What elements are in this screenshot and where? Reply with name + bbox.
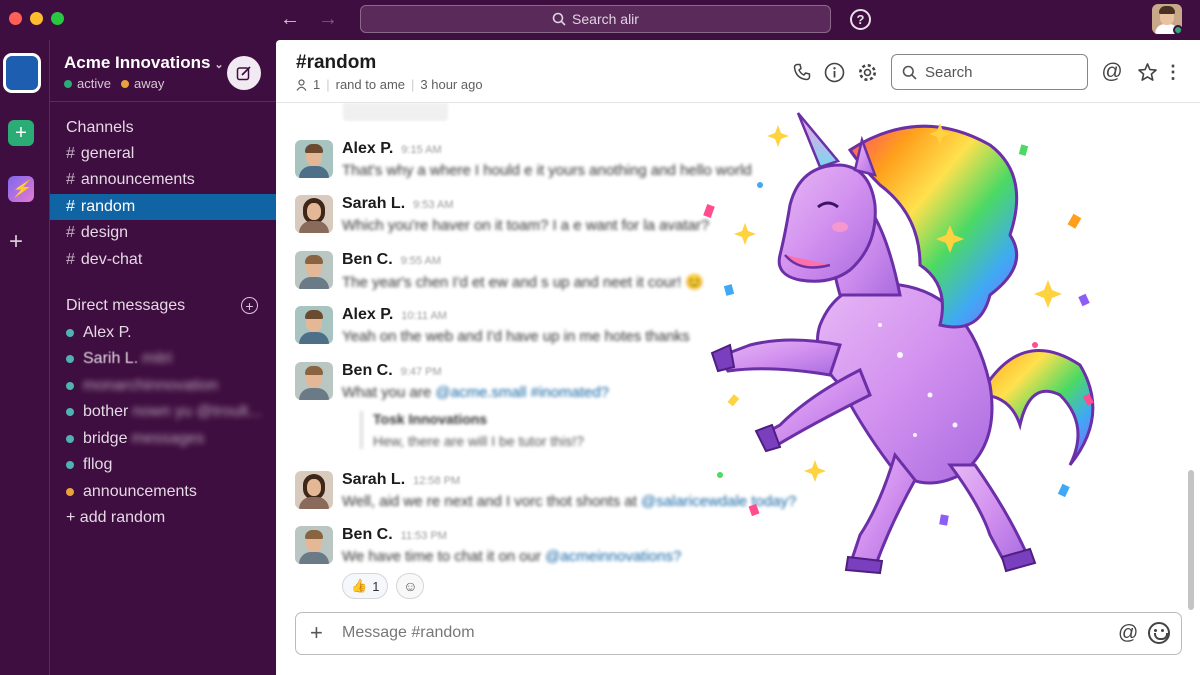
sidebar-item-announcements[interactable]: # announcements: [50, 167, 276, 193]
channel-search-placeholder: Search: [925, 63, 973, 81]
help-icon[interactable]: ?: [850, 9, 871, 30]
more-vertical-icon[interactable]: ⋮: [1164, 61, 1182, 83]
dm-item[interactable]: bridge messages: [66, 430, 204, 448]
workspace-name[interactable]: Acme Innovations ⌄: [64, 53, 224, 73]
message-author: Alex P. 10:11 AM: [342, 306, 447, 323]
add-emoji-icon: ☺: [403, 578, 418, 594]
message-text: The year's chen I'd et ew and s up and n…: [342, 274, 705, 291]
sidebar-item-dev-chat[interactable]: # dev-chat: [50, 247, 276, 273]
workspace-switcher-icon[interactable]: [3, 53, 41, 93]
app-shortcut-icon[interactable]: ⚡: [8, 176, 34, 202]
add-channel-link[interactable]: + add random: [66, 509, 165, 527]
dm-item[interactable]: Sarih L. mitri: [66, 350, 172, 368]
member-icon: [296, 78, 307, 91]
forward-arrow-icon[interactable]: →: [318, 8, 338, 31]
message-author: Sarah L. 12:58 PM: [342, 471, 461, 488]
message-text: We have time to chat it on our @acmeinno…: [342, 548, 682, 565]
emoji-icon[interactable]: [1148, 622, 1170, 644]
search-icon: [552, 12, 566, 26]
avatar[interactable]: [295, 251, 333, 289]
info-icon[interactable]: [823, 61, 845, 83]
maximize-window-button[interactable]: [51, 12, 64, 25]
minimize-window-button[interactable]: [30, 12, 43, 25]
back-arrow-icon[interactable]: ←: [280, 8, 300, 31]
message-input[interactable]: [342, 624, 1062, 642]
previous-message-stub: [343, 103, 448, 121]
sidebar-item-random[interactable]: # random: [50, 194, 276, 220]
message-author: Ben C. 11:53 PM: [342, 526, 447, 543]
workspace-search-placeholder: Search alir: [572, 11, 639, 27]
avatar[interactable]: [295, 195, 333, 233]
dm-item[interactable]: fllog: [66, 456, 112, 474]
quote-body: Hew, there are will I be tutor this!?: [373, 433, 584, 449]
mention-at-icon[interactable]: @: [1118, 622, 1138, 645]
window-controls: [9, 12, 64, 25]
title-bar: ← → Search alir ?: [0, 0, 1200, 40]
attach-plus-icon[interactable]: +: [310, 620, 323, 646]
online-status-dot: [1173, 25, 1182, 34]
dm-item[interactable]: Alex P.: [66, 324, 132, 342]
mention-link[interactable]: @acmeinnovations?: [545, 548, 681, 565]
dm-item[interactable]: monarchinnovation: [66, 377, 218, 395]
channel-sidebar: Acme Innovations ⌄ active away Channels #…: [50, 40, 276, 675]
channels-section-title[interactable]: Channels: [66, 119, 134, 137]
thumbs-up-icon: 👍: [351, 578, 368, 593]
add-workspace-button[interactable]: +: [8, 120, 34, 146]
workspace-status: active away: [64, 76, 164, 91]
chevron-down-icon: ⌄: [214, 59, 224, 71]
compose-icon: [236, 66, 251, 81]
mentions-icon[interactable]: @: [1101, 60, 1123, 83]
message-composer: + @: [295, 612, 1182, 655]
add-reaction-button[interactable]: ☺: [396, 573, 425, 599]
avatar[interactable]: [295, 362, 333, 400]
close-window-button[interactable]: [9, 12, 22, 25]
search-icon: [902, 65, 917, 80]
member-count[interactable]: 1: [313, 77, 320, 92]
message-author: Sarah L. 9:53 AM: [342, 195, 454, 212]
thumbs-up-reaction[interactable]: 👍 1: [342, 573, 389, 599]
sidebar-item-design[interactable]: # design: [50, 220, 276, 246]
direct-messages-section-title[interactable]: Direct messages: [66, 297, 185, 315]
message-scrollbar[interactable]: [1188, 470, 1194, 610]
workspace-rail: + ⚡ +: [0, 40, 50, 675]
message-author: Alex P. 9:15 AM: [342, 140, 442, 157]
gear-icon[interactable]: [856, 61, 878, 83]
phone-icon[interactable]: [791, 61, 813, 83]
channel-meta: 1 | rand to ame | 3 hour ago: [296, 77, 483, 92]
channel-updated: 3 hour ago: [420, 77, 483, 92]
status-away-label: away: [133, 76, 165, 91]
compose-button[interactable]: [227, 56, 261, 90]
sidebar-divider: [50, 101, 276, 102]
message-author: Ben C. 9:47 PM: [342, 362, 442, 379]
status-active-label: active: [77, 76, 111, 91]
reaction-count: 1: [372, 578, 380, 594]
away-dot-icon: [120, 80, 129, 88]
channel-topic: rand to ame: [335, 77, 405, 92]
message-author: Ben C. 9:55 AM: [342, 251, 442, 268]
quoted-message: Tosk Innovations Hew, there are will I b…: [360, 411, 584, 449]
add-dm-icon[interactable]: +: [241, 297, 258, 314]
sidebar-item-general[interactable]: # general: [50, 141, 276, 167]
channel-title[interactable]: #random: [296, 52, 376, 74]
message-text: Yeah on the web and I'd have up in me ho…: [342, 328, 690, 345]
reaction-bar: 👍 1 ☺: [342, 573, 425, 599]
channel-search-input[interactable]: Search: [891, 54, 1088, 90]
dm-item[interactable]: announcements: [66, 483, 197, 501]
workspace-search-input[interactable]: Search alir: [360, 5, 831, 33]
avatar[interactable]: [295, 306, 333, 344]
add-icon[interactable]: +: [9, 228, 23, 256]
star-icon[interactable]: [1136, 61, 1158, 83]
dm-item[interactable]: bother nown yu @troult...: [66, 403, 262, 421]
message-text: What you are @acme.small #inomated?: [342, 384, 610, 401]
active-dot-icon: [64, 80, 72, 88]
quote-title: Tosk Innovations: [373, 411, 488, 427]
avatar[interactable]: [295, 526, 333, 564]
user-avatar[interactable]: [1152, 4, 1182, 34]
avatar[interactable]: [295, 471, 333, 509]
mention-link[interactable]: @acme.small #inomated?: [435, 384, 609, 401]
message-text: Which you're haver on it toam? I a e wan…: [342, 217, 710, 234]
unicorn-illustration: [703, 112, 1095, 575]
avatar[interactable]: [295, 140, 333, 178]
